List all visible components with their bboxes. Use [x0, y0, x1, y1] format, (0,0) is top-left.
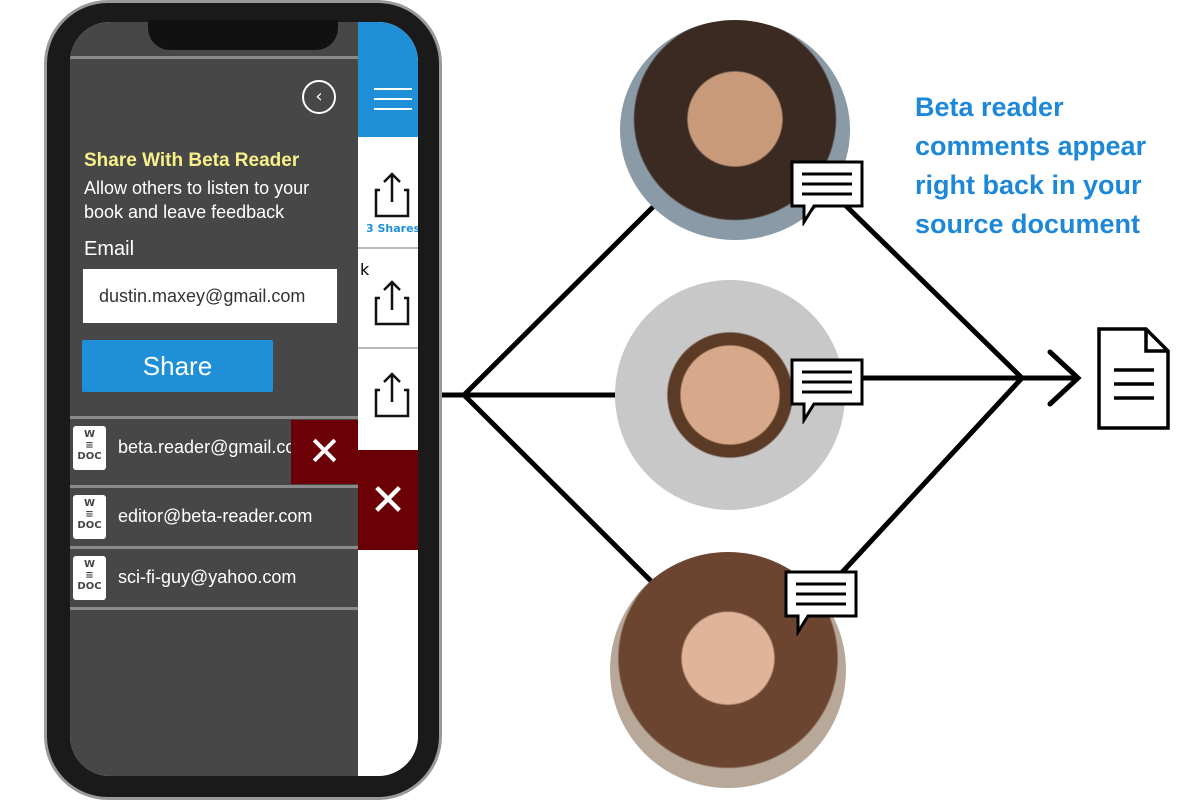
- share-icon[interactable]: [372, 172, 412, 220]
- word-doc-icon: W ≡ DOC: [73, 555, 106, 600]
- doc-icon-label: DOC: [77, 450, 102, 462]
- comment-icon: [784, 570, 858, 636]
- share-icon[interactable]: [372, 372, 412, 420]
- panel-description: Allow others to listen to your book and …: [84, 178, 310, 222]
- back-button[interactable]: ‹: [302, 80, 336, 114]
- doc-icon-label: DOC: [77, 519, 102, 531]
- phone-notch: [148, 20, 338, 50]
- divider: [358, 247, 418, 249]
- menu-button[interactable]: [358, 22, 418, 137]
- share-button[interactable]: Share: [82, 340, 273, 392]
- doc-icon-letter: W: [83, 428, 96, 440]
- share-panel: ‹ Share With Beta Reader Allow others to…: [70, 22, 358, 776]
- hamburger-icon: [374, 88, 412, 110]
- doc-icon-letter: W: [83, 558, 96, 570]
- side-strip: 3 Shares k ✕: [358, 22, 418, 776]
- email-label: Email: [84, 238, 135, 260]
- list-item[interactable]: W ≡ DOC sci-fi-guy@yahoo.com: [70, 546, 358, 606]
- word-doc-icon: W ≡ DOC: [73, 494, 106, 539]
- reader-email: beta.reader@gmail.com: [118, 437, 311, 457]
- divider: [70, 607, 358, 610]
- diagram-note: Beta reader comments appear right back i…: [915, 92, 1147, 239]
- word-doc-icon: W ≡ DOC: [73, 425, 106, 470]
- shares-count: 3 Shares: [366, 222, 418, 235]
- comment-icon: [790, 160, 864, 226]
- doc-icon-letter: W: [83, 497, 96, 509]
- partial-text: k: [360, 260, 370, 279]
- close-icon: ✕: [307, 429, 342, 475]
- close-icon: ✕: [369, 474, 407, 526]
- email-field[interactable]: [83, 269, 337, 323]
- divider: [358, 347, 418, 349]
- divider: [70, 56, 358, 59]
- document-icon: [1097, 327, 1170, 430]
- doc-icon-label: DOC: [77, 580, 102, 592]
- reader-email: editor@beta-reader.com: [118, 506, 313, 526]
- panel-title: Share With Beta Reader: [84, 150, 300, 171]
- list-item[interactable]: W ≡ DOC editor@beta-reader.com: [70, 485, 358, 545]
- comment-icon: [790, 358, 864, 424]
- delete-button[interactable]: ✕: [358, 450, 418, 550]
- delete-button[interactable]: ✕: [291, 420, 358, 484]
- phone-screen: ‹ Share With Beta Reader Allow others to…: [70, 22, 418, 776]
- reader-email: sci-fi-guy@yahoo.com: [118, 567, 297, 587]
- share-icon[interactable]: [372, 280, 412, 328]
